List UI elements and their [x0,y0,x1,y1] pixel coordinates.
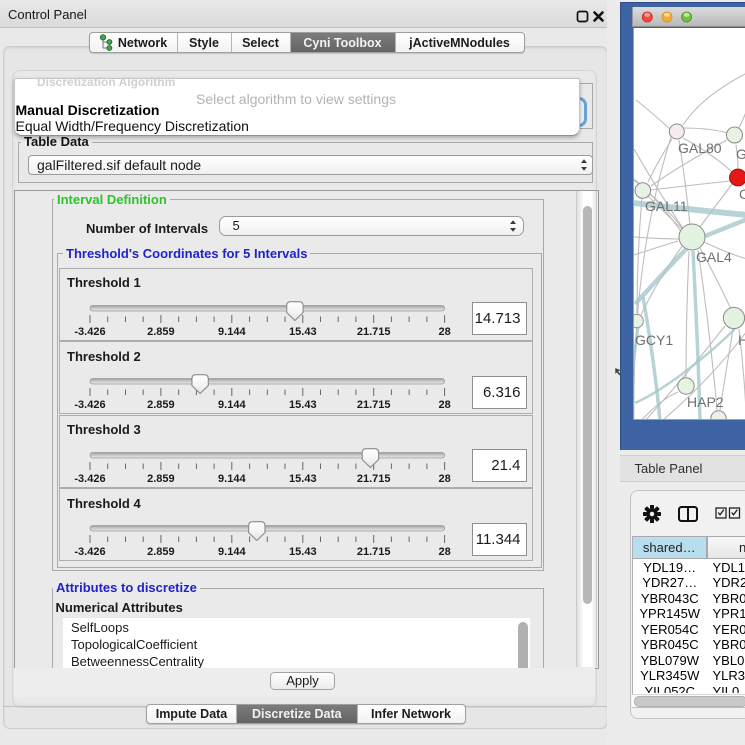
svg-text:-3.426: -3.426 [74,473,105,485]
svg-text:2.859: 2.859 [147,473,175,485]
svg-text:28: 28 [438,546,450,558]
svg-text:GA: GA [736,146,745,162]
svg-text:HAP2: HAP2 [687,394,724,410]
svg-text:H: H [738,332,745,348]
svg-text:15.43: 15.43 [289,473,317,485]
svg-text:15.43: 15.43 [289,546,317,558]
svg-text:2.859: 2.859 [147,326,175,338]
svg-text:-3.426: -3.426 [74,546,105,558]
svg-text:9.144: 9.144 [218,326,246,338]
svg-text:21.715: 21.715 [357,546,391,558]
svg-text:21.715: 21.715 [357,326,391,338]
svg-text:9.144: 9.144 [218,399,246,411]
svg-text:21.715: 21.715 [357,473,391,485]
svg-text:C: C [739,186,745,202]
svg-text:GAL4: GAL4 [696,249,732,265]
svg-text:GAL11: GAL11 [645,198,688,214]
svg-text:9.144: 9.144 [218,473,246,485]
svg-text:9.144: 9.144 [218,546,246,558]
svg-text:2.859: 2.859 [147,546,175,558]
svg-text:GAL80: GAL80 [678,140,722,156]
svg-text:-3.426: -3.426 [74,326,105,338]
svg-text:28: 28 [438,473,450,485]
svg-text:GCY1: GCY1 [635,332,673,348]
svg-text:28: 28 [438,326,450,338]
svg-text:21.715: 21.715 [357,399,391,411]
svg-text:-3.426: -3.426 [74,399,105,411]
svg-text:15.43: 15.43 [289,326,317,338]
svg-text:28: 28 [438,399,450,411]
svg-text:2.859: 2.859 [147,399,175,411]
svg-text:15.43: 15.43 [289,399,317,411]
